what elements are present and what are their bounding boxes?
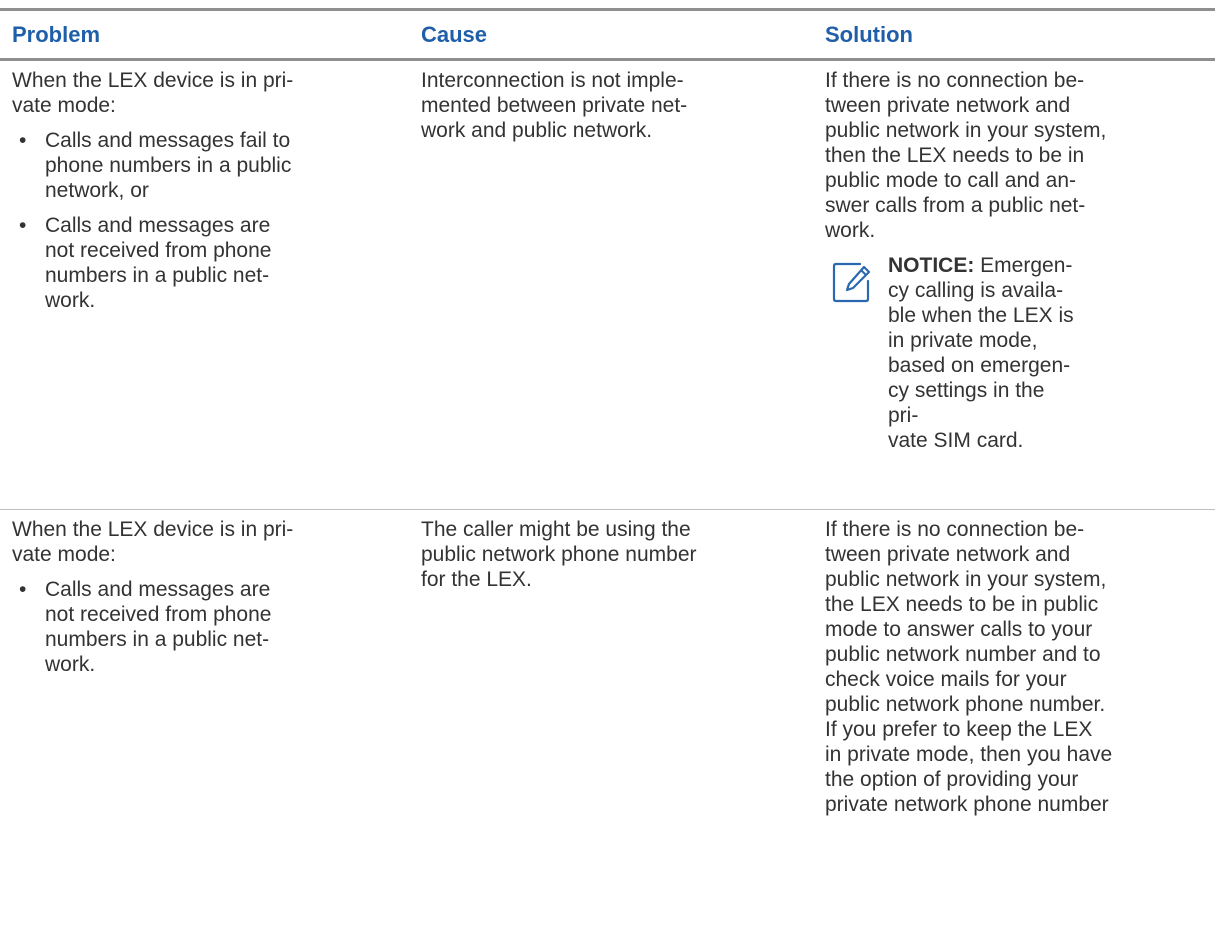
solution-cell: If there is no connection be- tween priv… bbox=[815, 61, 1215, 509]
bullet-text: Calls and messages are not received from… bbox=[45, 214, 272, 312]
list-item: • Calls and messages are not received fro… bbox=[12, 577, 400, 677]
list-item: • Calls and messages fail to phone number… bbox=[12, 128, 400, 203]
problem-intro: When the LEX device is in pri- vate mode… bbox=[12, 69, 294, 117]
cause-cell: Interconnection is not imple- mented bet… bbox=[410, 61, 815, 509]
bullet-marker: • bbox=[19, 214, 27, 237]
problem-bullet-list: • Calls and messages fail to phone number… bbox=[12, 128, 400, 313]
cause-text: The caller might be using the public net… bbox=[421, 518, 697, 591]
list-item: • Calls and messages are not received fro… bbox=[12, 213, 400, 313]
problem-cell: When the LEX device is in pri- vate mode… bbox=[0, 61, 410, 509]
header-cause: Cause bbox=[421, 22, 488, 47]
cause-cell: The caller might be using the public net… bbox=[410, 510, 815, 827]
notice-text: NOTICE: Emergen- cy calling is availa- b… bbox=[888, 253, 1078, 453]
table-header-row: Problem Cause Solution bbox=[0, 11, 1215, 61]
bullet-marker: • bbox=[19, 129, 27, 152]
troubleshooting-table: Problem Cause Solution When the LEX devi… bbox=[0, 8, 1215, 827]
problem-bullet-list: • Calls and messages are not received fro… bbox=[12, 577, 400, 677]
notice-body: Emergen- cy calling is availa- ble when … bbox=[888, 254, 1074, 452]
table-row: When the LEX device is in pri- vate mode… bbox=[0, 61, 1215, 510]
header-solution: Solution bbox=[825, 22, 913, 47]
cause-text: Interconnection is not imple- mented bet… bbox=[421, 69, 688, 142]
header-problem: Problem bbox=[12, 22, 101, 47]
edit-note-icon bbox=[825, 253, 888, 309]
solution-cell: If there is no connection be- tween priv… bbox=[815, 510, 1215, 827]
bullet-text: Calls and messages fail to phone numbers… bbox=[45, 129, 292, 202]
problem-intro: When the LEX device is in pri- vate mode… bbox=[12, 518, 294, 566]
solution-text: If there is no connection be- tween priv… bbox=[825, 69, 1107, 242]
bullet-marker: • bbox=[19, 578, 27, 601]
problem-cell: When the LEX device is in pri- vate mode… bbox=[0, 510, 410, 827]
solution-text: If there is no connection be- tween priv… bbox=[825, 518, 1113, 816]
bullet-text: Calls and messages are not received from… bbox=[45, 578, 272, 676]
notice-box: NOTICE: Emergen- cy calling is availa- b… bbox=[825, 253, 1209, 453]
table-row: When the LEX device is in pri- vate mode… bbox=[0, 510, 1215, 827]
notice-label: NOTICE: bbox=[888, 254, 975, 277]
